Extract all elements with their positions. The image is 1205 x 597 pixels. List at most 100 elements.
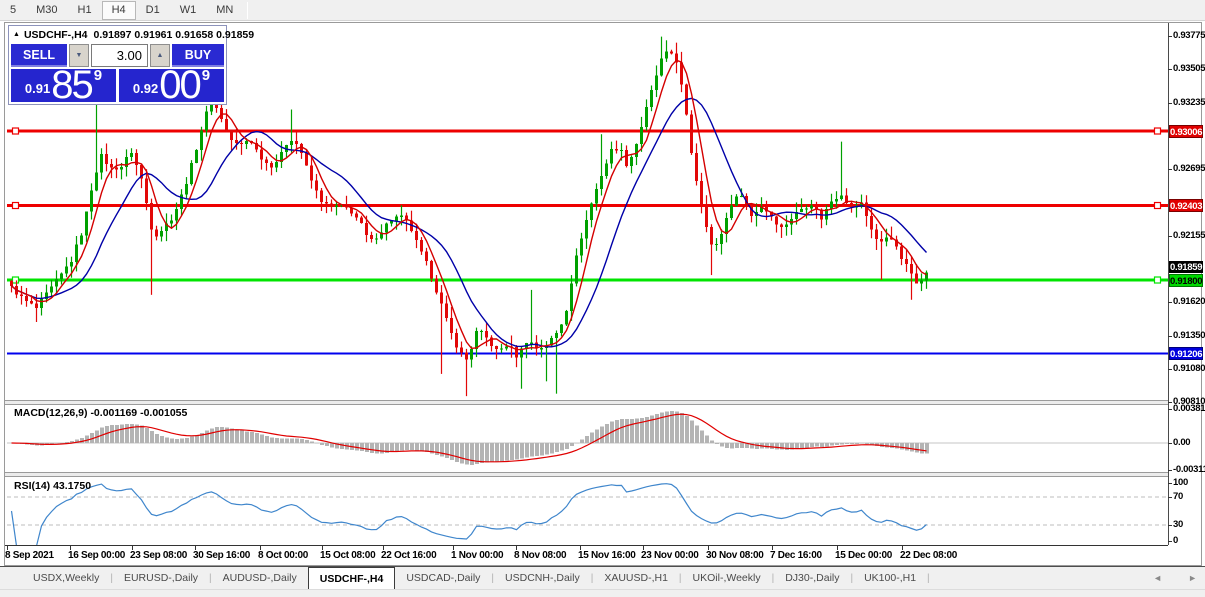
rsi-tick-label: 30 xyxy=(1173,519,1205,530)
candle-body-up xyxy=(290,141,293,145)
level-line-handle[interactable] xyxy=(1155,203,1161,209)
price-tick xyxy=(1168,103,1172,104)
candle-body-down xyxy=(850,203,853,207)
candle-body-up xyxy=(730,205,733,218)
candle-body-down xyxy=(325,202,328,203)
sell-price-box[interactable]: 0.91 85 9 xyxy=(11,69,116,102)
macd-bar xyxy=(550,443,554,453)
candle-body-down xyxy=(355,214,358,218)
macd-bar xyxy=(155,434,159,443)
chart-tab-usdx-weekly[interactable]: USDX,Weekly xyxy=(22,567,110,589)
level-line-handle[interactable] xyxy=(13,277,19,283)
chart-tab-audusd-daily[interactable]: AUDUSD-,Daily xyxy=(212,567,308,589)
collapse-panel-icon[interactable]: ▲ xyxy=(13,31,20,38)
chart-tab-ukoil-weekly[interactable]: UKOil-,Weekly xyxy=(682,567,772,589)
macd-bar xyxy=(695,425,699,443)
time-tick-label: 7 Dec 16:00 xyxy=(770,550,822,561)
tab-scroll-left-icon[interactable]: ◄ xyxy=(1153,573,1162,583)
candle-body-down xyxy=(460,347,463,352)
macd-bar xyxy=(265,436,269,443)
level-line-handle[interactable] xyxy=(1155,128,1161,134)
chart-tab-eurusd-daily[interactable]: EURUSD-,Daily xyxy=(113,567,209,589)
candle-body-up xyxy=(585,220,588,239)
candle-body-down xyxy=(30,301,33,304)
macd-bar xyxy=(680,413,684,443)
buy-price-big: 00 xyxy=(159,71,200,100)
time-scale-border xyxy=(5,545,1168,546)
macd-bar xyxy=(455,443,459,462)
application-window: 5M30H1H4D1W1MN 0.937750.935050.932350.92… xyxy=(0,0,1205,597)
timeframe-button-h1[interactable]: H1 xyxy=(68,1,102,20)
candle-body-down xyxy=(435,278,438,292)
candle-body-up xyxy=(70,262,73,267)
level-line-handle[interactable] xyxy=(13,203,19,209)
macd-bar xyxy=(530,443,534,457)
time-tick-label: 15 Oct 08:00 xyxy=(320,550,375,561)
macd-bar xyxy=(730,443,734,448)
macd-bar xyxy=(465,443,469,465)
macd-bar xyxy=(440,443,444,456)
candle-body-down xyxy=(485,331,488,338)
candle-body-up xyxy=(480,331,483,332)
macd-bar xyxy=(315,443,319,444)
chart-tab-usdchf-h4[interactable]: USDCHF-,H4 xyxy=(308,567,396,589)
timeframe-button-mn[interactable]: MN xyxy=(206,1,243,20)
time-tick-label: 22 Dec 08:00 xyxy=(900,550,957,561)
chart-tab-usdcad-daily[interactable]: USDCAD-,Daily xyxy=(395,567,491,589)
tab-scroll-right-icon[interactable]: ► xyxy=(1188,573,1197,583)
macd-bar xyxy=(820,443,824,447)
timeframe-button-d1[interactable]: D1 xyxy=(136,1,170,20)
timeframe-button-w1[interactable]: W1 xyxy=(170,1,207,20)
candle-body-up xyxy=(85,212,88,236)
candle-body-up xyxy=(170,221,173,224)
chart-tab-dj30-daily[interactable]: DJ30-,Daily xyxy=(774,567,850,589)
candle-body-up xyxy=(275,162,278,167)
macd-bar xyxy=(145,428,149,443)
macd-bar xyxy=(615,420,619,443)
macd-bar xyxy=(140,426,144,443)
candle-body-down xyxy=(150,203,153,229)
chart-tab-usdcnh-daily[interactable]: USDCNH-,Daily xyxy=(494,567,591,589)
rsi-tick xyxy=(1168,541,1172,542)
macd-bar xyxy=(770,443,774,449)
time-tick-label: 15 Dec 00:00 xyxy=(835,550,892,561)
candle-body-up xyxy=(735,196,738,205)
macd-bar xyxy=(895,443,899,449)
chart-tab-xauusd-h1[interactable]: XAUUSD-,H1 xyxy=(593,567,679,589)
candle-body-up xyxy=(50,287,53,293)
macd-bar xyxy=(240,430,244,443)
timeframe-button-5[interactable]: 5 xyxy=(0,1,26,20)
rsi-chart-canvas[interactable] xyxy=(7,477,1168,545)
candle-body-down xyxy=(445,303,448,317)
time-tick-label: 30 Sep 16:00 xyxy=(193,550,250,561)
buy-price-box[interactable]: 0.92 00 9 xyxy=(119,69,224,102)
price-tick-label: 0.91620 xyxy=(1173,296,1205,307)
macd-bar xyxy=(495,443,499,462)
spinner-up-icon: ▲ xyxy=(157,52,164,59)
candle-body-up xyxy=(80,235,83,244)
candle-body-up xyxy=(560,324,563,333)
candle-body-up xyxy=(100,154,103,172)
level-line-handle[interactable] xyxy=(13,128,19,134)
candle-body-up xyxy=(920,281,923,284)
chart-tab-uk100-h1[interactable]: UK100-,H1 xyxy=(853,567,927,589)
macd-bar xyxy=(715,443,719,444)
candle-body-down xyxy=(25,296,28,301)
candle-body-up xyxy=(805,208,808,209)
candle-body-down xyxy=(430,261,433,278)
macd-bar xyxy=(255,433,259,443)
macd-bar xyxy=(480,443,484,463)
candle-body-up xyxy=(740,196,743,197)
timeframe-button-h4[interactable]: H4 xyxy=(102,1,136,20)
candle-body-down xyxy=(440,292,443,303)
macd-bar xyxy=(230,428,234,443)
candle-body-up xyxy=(175,209,178,221)
timeframe-button-m30[interactable]: M30 xyxy=(26,1,67,20)
macd-bar xyxy=(120,425,124,443)
price-tick xyxy=(1168,369,1172,370)
volume-input[interactable]: 3.00 xyxy=(91,44,148,67)
candle-body-up xyxy=(785,224,788,227)
ohlc-values: 0.91897 0.91961 0.91658 0.91859 xyxy=(94,29,255,41)
level-line-handle[interactable] xyxy=(1155,277,1161,283)
candle-body-down xyxy=(625,150,628,166)
